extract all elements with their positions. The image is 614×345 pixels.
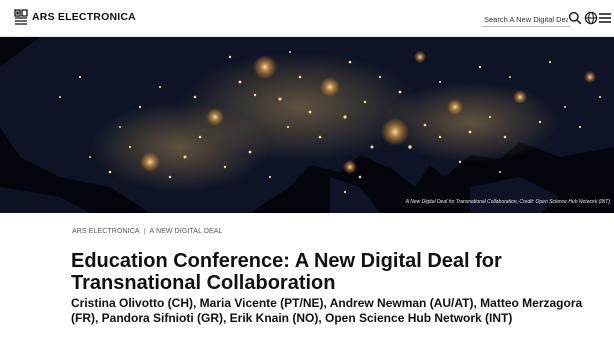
city-glow xyxy=(320,77,340,97)
ars-logo-icon xyxy=(14,9,28,25)
hero-image: A New Digital Deal for Transnational Col… xyxy=(0,37,614,213)
city-glow xyxy=(513,90,527,104)
city-glow xyxy=(584,71,596,83)
city-glow xyxy=(140,152,160,172)
glow-region xyxy=(380,82,560,162)
city-glow xyxy=(414,51,426,63)
breadcrumb: ARS ELECTRONICA | A NEW DIGITAL DEAL xyxy=(72,228,223,235)
glow-region xyxy=(90,102,270,192)
city-glow xyxy=(206,108,224,126)
authors-line: Cristina Olivotto (CH), Maria Vicente (P… xyxy=(71,296,583,325)
hero-caption: A New Digital Deal for Transnational Col… xyxy=(405,199,610,205)
breadcrumb-item-digital-deal[interactable]: A NEW DIGITAL DEAL xyxy=(150,228,223,235)
europe-night-map xyxy=(0,37,614,213)
breadcrumb-separator: | xyxy=(143,228,146,235)
city-glow xyxy=(343,160,357,174)
page-title: Education Conference: A New Digital Deal… xyxy=(71,250,502,294)
search-input[interactable] xyxy=(482,12,570,27)
search-icon[interactable] xyxy=(568,11,582,25)
top-bar: ARS ELECTRONICA xyxy=(0,0,614,37)
search-wrap xyxy=(482,12,570,27)
logo[interactable]: ARS ELECTRONICA xyxy=(14,9,136,25)
breadcrumb-item-ars[interactable]: ARS ELECTRONICA xyxy=(72,228,140,235)
menu-icon[interactable] xyxy=(598,11,612,25)
globe-icon[interactable] xyxy=(584,11,598,25)
city-glow xyxy=(447,99,463,115)
logo-text: ARS ELECTRONICA xyxy=(32,11,136,23)
city-glow xyxy=(381,118,409,146)
city-glow xyxy=(253,55,277,79)
